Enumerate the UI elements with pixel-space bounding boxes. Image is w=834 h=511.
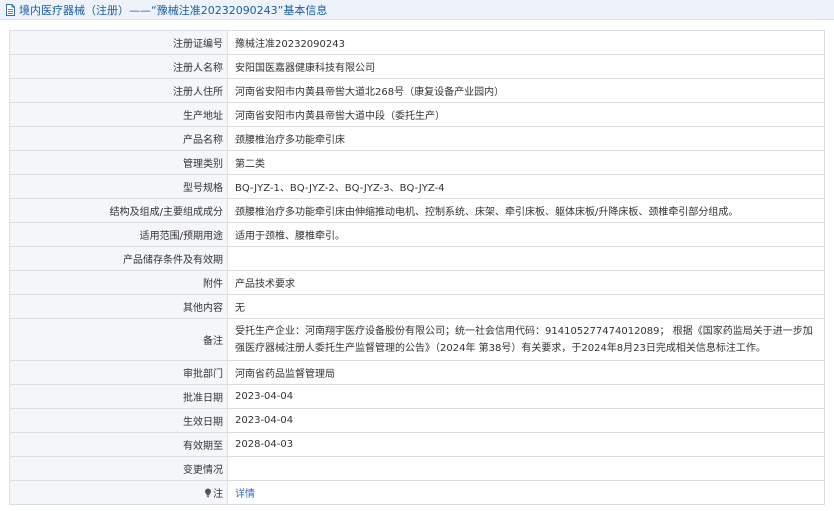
field-value: BQ-JYZ-1、BQ-JYZ-2、BQ-JYZ-3、BQ-JYZ-4	[227, 174, 825, 199]
row-approval-date: 批准日期 2023-04-04	[9, 384, 825, 409]
page-header: 境内医疗器械（注册）——“豫械注准20232090243”基本信息	[0, 0, 834, 20]
field-value: 河南省安阳市内黄县帝喾大道北268号（康复设备产业园内）	[227, 78, 825, 103]
field-value: 颈腰椎治疗多功能牵引床由伸缩推动电机、控制系统、床架、牵引床板、躯体床板/升降床…	[227, 198, 825, 223]
field-value: 河南省安阳市内黄县帝喾大道中段（委托生产）	[227, 102, 825, 127]
row-model-spec: 型号规格 BQ-JYZ-1、BQ-JYZ-2、BQ-JYZ-3、BQ-JYZ-4	[9, 174, 825, 199]
row-intended-use: 适用范围/预期用途 适用于颈椎、腰椎牵引。	[9, 222, 825, 247]
field-label: 型号规格	[9, 174, 228, 199]
page-title: 境内医疗器械（注册）——“豫械注准20232090243”基本信息	[19, 3, 328, 17]
field-value	[227, 246, 825, 271]
device-info-table: 注册证编号 豫械注准20232090243 注册人名称 安阳国医嘉器健康科技有限…	[9, 30, 825, 505]
field-label: 产品储存条件及有效期	[9, 246, 228, 271]
field-label: 其他内容	[9, 294, 228, 319]
field-value: 受托生产企业：河南翔宇医疗设备股份有限公司；统一社会信用代码：914105277…	[227, 318, 825, 361]
row-product-name: 产品名称 颈腰椎治疗多功能牵引床	[9, 126, 825, 151]
field-label: 生效日期	[9, 408, 228, 433]
field-label: 审批部门	[9, 360, 228, 385]
row-management-category: 管理类别 第二类	[9, 150, 825, 175]
details-link[interactable]: 详情	[235, 489, 255, 500]
field-label: 注册人住所	[9, 78, 228, 103]
row-valid-until: 有效期至 2028-04-03	[9, 432, 825, 457]
field-value: 河南省药品监督管理局	[227, 360, 825, 385]
field-value: 详情	[227, 480, 825, 505]
field-label: 适用范围/预期用途	[9, 222, 228, 247]
field-value: 2023-04-04	[227, 408, 825, 433]
field-label: 生产地址	[9, 102, 228, 127]
row-structure-composition: 结构及组成/主要组成成分 颈腰椎治疗多功能牵引床由伸缩推动电机、控制系统、床架、…	[9, 198, 825, 223]
field-label: 有效期至	[9, 432, 228, 457]
field-value: 颈腰椎治疗多功能牵引床	[227, 126, 825, 151]
field-label: 变更情况	[9, 456, 228, 481]
field-value: 安阳国医嘉器健康科技有限公司	[227, 54, 825, 79]
note-label: 注	[213, 489, 223, 500]
document-icon	[6, 3, 15, 16]
field-label: 备注	[9, 318, 228, 361]
row-note: 注 详情	[9, 480, 825, 505]
field-value: 豫械注准20232090243	[227, 30, 825, 55]
row-change-status: 变更情况	[9, 456, 825, 481]
row-effective-date: 生效日期 2023-04-04	[9, 408, 825, 433]
field-value: 无	[227, 294, 825, 319]
row-remarks: 备注 受托生产企业：河南翔宇医疗设备股份有限公司；统一社会信用代码：914105…	[9, 318, 825, 361]
field-value: 产品技术要求	[227, 270, 825, 295]
field-value: 适用于颈椎、腰椎牵引。	[227, 222, 825, 247]
row-production-address: 生产地址 河南省安阳市内黄县帝喾大道中段（委托生产）	[9, 102, 825, 127]
field-label: 注	[9, 480, 228, 505]
field-label: 批准日期	[9, 384, 228, 409]
field-value: 第二类	[227, 150, 825, 175]
field-label: 注册证编号	[9, 30, 228, 55]
row-approval-department: 审批部门 河南省药品监督管理局	[9, 360, 825, 385]
field-value: 2028-04-03	[227, 432, 825, 457]
field-value: 2023-04-04	[227, 384, 825, 409]
lightbulb-icon	[205, 488, 211, 498]
field-label: 管理类别	[9, 150, 228, 175]
row-registrant-name: 注册人名称 安阳国医嘉器健康科技有限公司	[9, 54, 825, 79]
row-registration-number: 注册证编号 豫械注准20232090243	[9, 30, 825, 55]
field-label: 产品名称	[9, 126, 228, 151]
field-label: 附件	[9, 270, 228, 295]
field-label: 结构及组成/主要组成成分	[9, 198, 228, 223]
row-other-content: 其他内容 无	[9, 294, 825, 319]
row-storage-validity: 产品储存条件及有效期	[9, 246, 825, 271]
field-label: 注册人名称	[9, 54, 228, 79]
row-attachment: 附件 产品技术要求	[9, 270, 825, 295]
row-registrant-address: 注册人住所 河南省安阳市内黄县帝喾大道北268号（康复设备产业园内）	[9, 78, 825, 103]
field-value	[227, 456, 825, 481]
